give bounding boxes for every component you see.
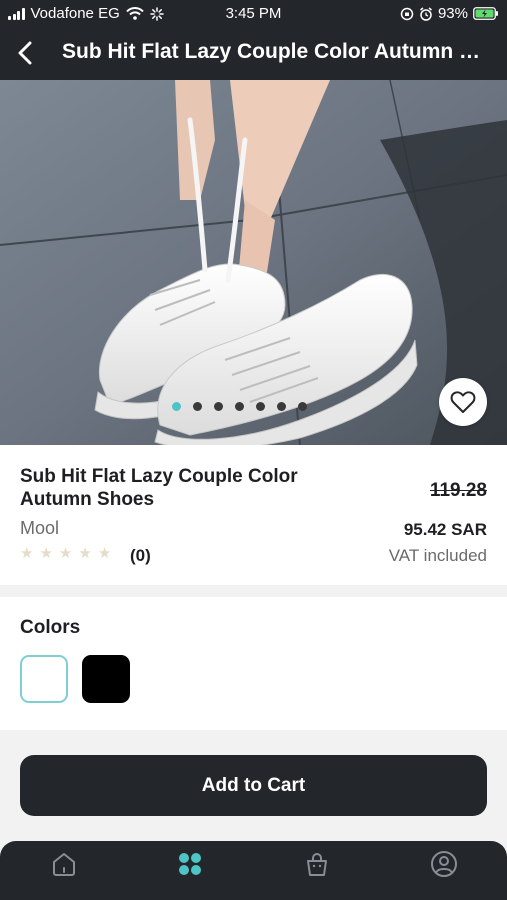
color-swatch-white[interactable]: [20, 655, 68, 703]
top-bar: Vodafone EG 3:45 PM 93% Sub Hit Flat Laz…: [0, 0, 507, 80]
tab-categories[interactable]: [175, 849, 205, 879]
pagination-dot[interactable]: [256, 402, 265, 411]
home-icon: [53, 853, 75, 876]
pagination-dot[interactable]: [214, 402, 223, 411]
tab-cart[interactable]: [302, 849, 332, 879]
heart-icon: [450, 391, 476, 413]
product-info-card: Sub Hit Flat Lazy Couple Color Autumn Sh…: [0, 445, 507, 585]
review-count[interactable]: (0): [130, 546, 151, 566]
product-name: Sub Hit Flat Lazy Couple Color Autumn Sh…: [20, 466, 298, 510]
color-swatch-black[interactable]: [82, 655, 130, 703]
profile-icon: [431, 851, 457, 877]
gallery-pagination: [172, 402, 307, 411]
orientation-lock-icon: [400, 7, 414, 20]
add-to-cart-button[interactable]: Add to Cart: [20, 755, 487, 816]
navigation-bar: Sub Hit Flat Lazy Couple Color Autumn Sh…: [0, 30, 507, 76]
vat-note: VAT included: [388, 546, 487, 565]
pagination-dot[interactable]: [193, 402, 202, 411]
star-icon: ★: [20, 545, 34, 562]
star-icon: ★: [78, 545, 92, 562]
star-icon: ★: [39, 545, 53, 562]
product-photo: [0, 80, 507, 445]
shopping-bag-icon: [307, 853, 327, 876]
back-button[interactable]: [10, 36, 40, 70]
original-price: 119.28: [429, 480, 487, 501]
grid-icon: [179, 853, 201, 875]
battery-charging-icon: [473, 7, 498, 20]
color-selector: Colors: [0, 597, 507, 730]
star-icon: ★: [58, 545, 73, 562]
status-bar: Vodafone EG 3:45 PM 93%: [0, 0, 507, 28]
pagination-dot[interactable]: [172, 402, 181, 411]
wishlist-button[interactable]: [439, 378, 487, 426]
colors-heading: Colors: [20, 617, 81, 638]
sale-price: 95.42 SAR: [403, 520, 487, 539]
chevron-left-icon: [18, 41, 32, 65]
product-image-gallery[interactable]: [0, 80, 507, 445]
tab-profile[interactable]: [429, 849, 459, 879]
pagination-dot[interactable]: [235, 402, 244, 411]
pagination-dot[interactable]: [277, 402, 286, 411]
battery-percent: 93%: [437, 5, 468, 22]
tab-home[interactable]: [49, 849, 79, 879]
product-brand[interactable]: Mool: [20, 518, 59, 539]
rating-stars: ★ ★ ★ ★ ★: [20, 544, 111, 562]
alarm-icon: [420, 6, 432, 21]
star-icon: ★: [97, 545, 112, 562]
bottom-tab-bar: [0, 841, 507, 900]
pagination-dot[interactable]: [298, 402, 307, 411]
page-title: Sub Hit Flat Lazy Couple Color Autumn Sh…: [62, 40, 492, 63]
